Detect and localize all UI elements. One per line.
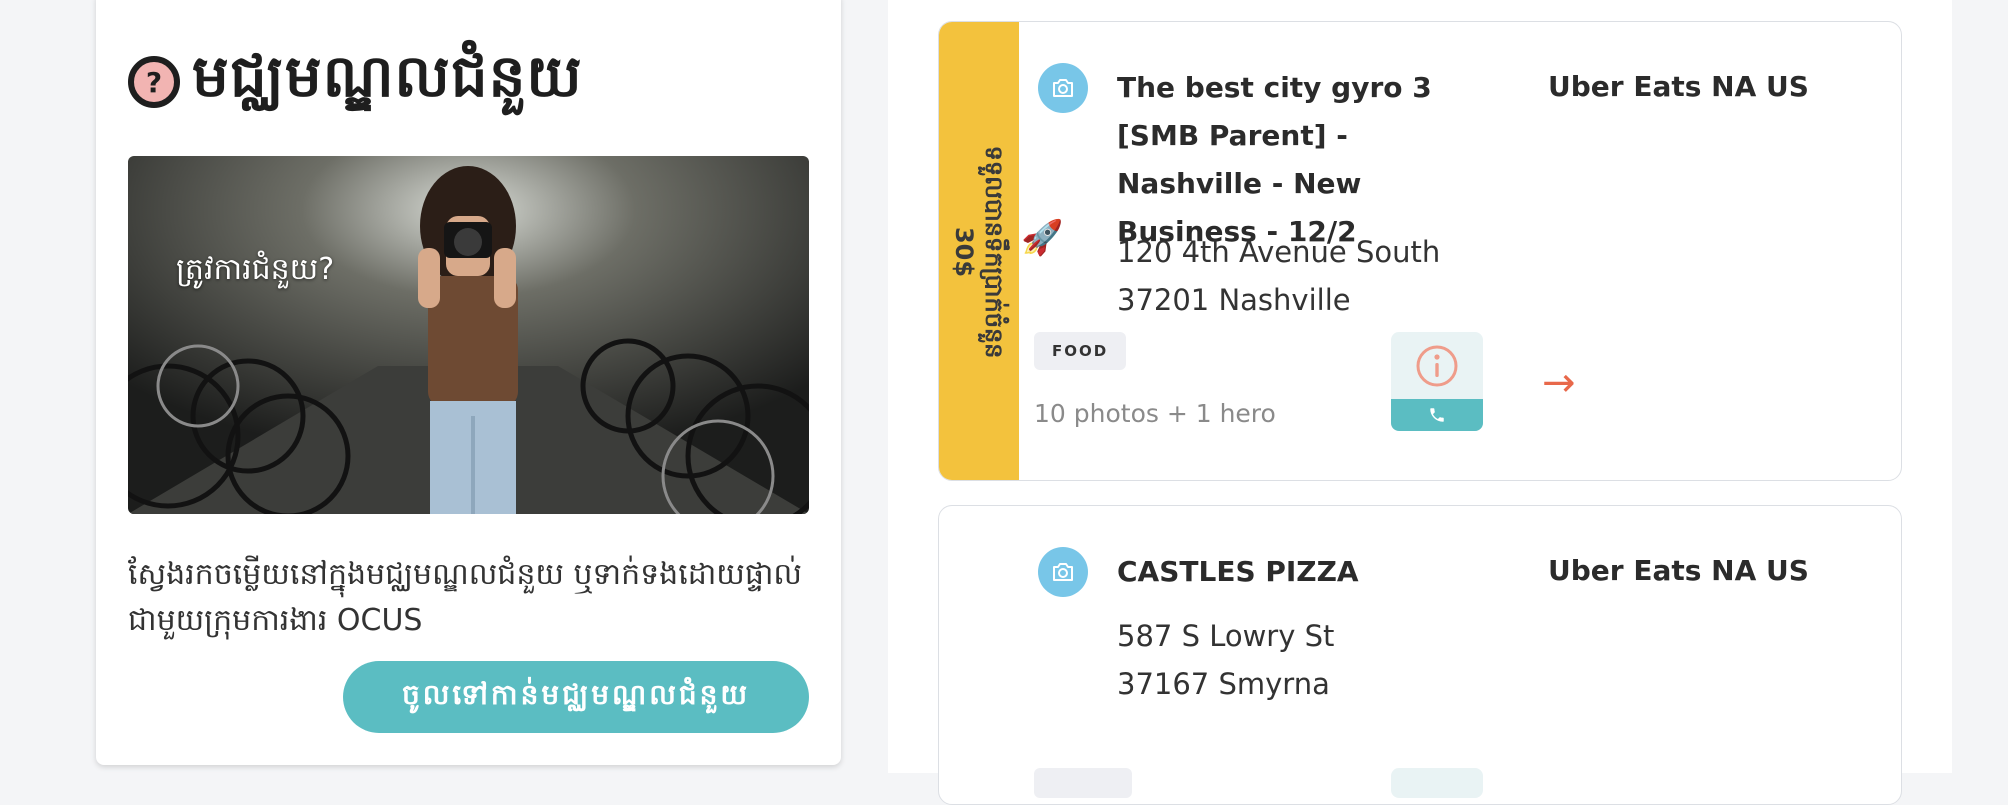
go-to-help-center-button[interactable]: ចូលទៅកាន់មជ្ឈមណ្ឌលជំនួយ	[343, 661, 809, 733]
category-tag: FOOD	[1034, 332, 1127, 370]
listing-platform: Uber Eats NA US	[1548, 70, 1809, 103]
info-icon[interactable]	[1415, 344, 1459, 388]
camera-icon	[1038, 547, 1088, 597]
listing-card[interactable]: CASTLES PIZZA Uber Eats NA US 587 S Lowr…	[938, 505, 1902, 805]
listing-address: 587 S Lowry St 37167 Smyrna	[1117, 612, 1334, 708]
bonus-ribbon: ទទួលបានទឹកប្រាក់ចំនួន 30$	[939, 22, 1019, 480]
contact-box[interactable]	[1391, 332, 1483, 431]
address-street: 120 4th Avenue South	[1117, 235, 1441, 269]
help-center-description: ស្វែងរកចម្លើយនៅក្នុងមជ្ឈមណ្ឌលជំនួយ ឬទាក់…	[128, 557, 802, 638]
listing-card[interactable]: ទទួលបានទឹកប្រាក់ចំនួន 30$ 🚀 The best cit…	[938, 21, 1902, 481]
bonus-ribbon-label: ទទួលបានទឹកប្រាក់ចំនួន	[980, 145, 1008, 359]
bonus-ribbon-text: ទទួលបានទឹកប្រាក់ចំនួន 30$	[949, 146, 1009, 359]
help-center-title: មជ្ឈមណ្ឌលជំនួយ	[192, 41, 583, 110]
phone-icon	[1430, 408, 1444, 422]
arrow-right-icon[interactable]: →	[1542, 360, 1576, 406]
photos-count: 10 photos + 1 hero	[1034, 399, 1276, 428]
rocket-icon: 🚀	[1021, 218, 1064, 258]
help-center-image: ត្រូវការជំនួយ?	[128, 156, 809, 514]
address-street: 587 S Lowry St	[1117, 619, 1335, 653]
listings-panel: ទទួលបានទឹកប្រាក់ចំនួន 30$ 🚀 The best cit…	[888, 0, 1952, 805]
listing-title[interactable]: CASTLES PIZZA	[1117, 548, 1477, 596]
help-center-card: ? មជ្ឈមណ្ឌលជំនួយ ត្រូវការជំនួយ? ស្វែងរកច…	[96, 0, 841, 765]
phone-button[interactable]	[1391, 399, 1483, 431]
help-image-caption: ត្រូវការជំនួយ?	[176, 252, 335, 287]
photographer-image	[128, 156, 809, 514]
bonus-ribbon-amount: 30$	[950, 226, 978, 278]
listing-address: 120 4th Avenue South 37201 Nashville	[1117, 228, 1440, 324]
listing-platform: Uber Eats NA US	[1548, 554, 1809, 587]
address-city: 37201 Nashville	[1117, 283, 1351, 317]
camera-icon	[1038, 63, 1088, 113]
help-center-heading: ? មជ្ឈមណ្ឌលជំនួយ	[128, 42, 583, 120]
question-circle-icon: ?	[128, 56, 180, 108]
address-city: 37167 Smyrna	[1117, 667, 1330, 701]
